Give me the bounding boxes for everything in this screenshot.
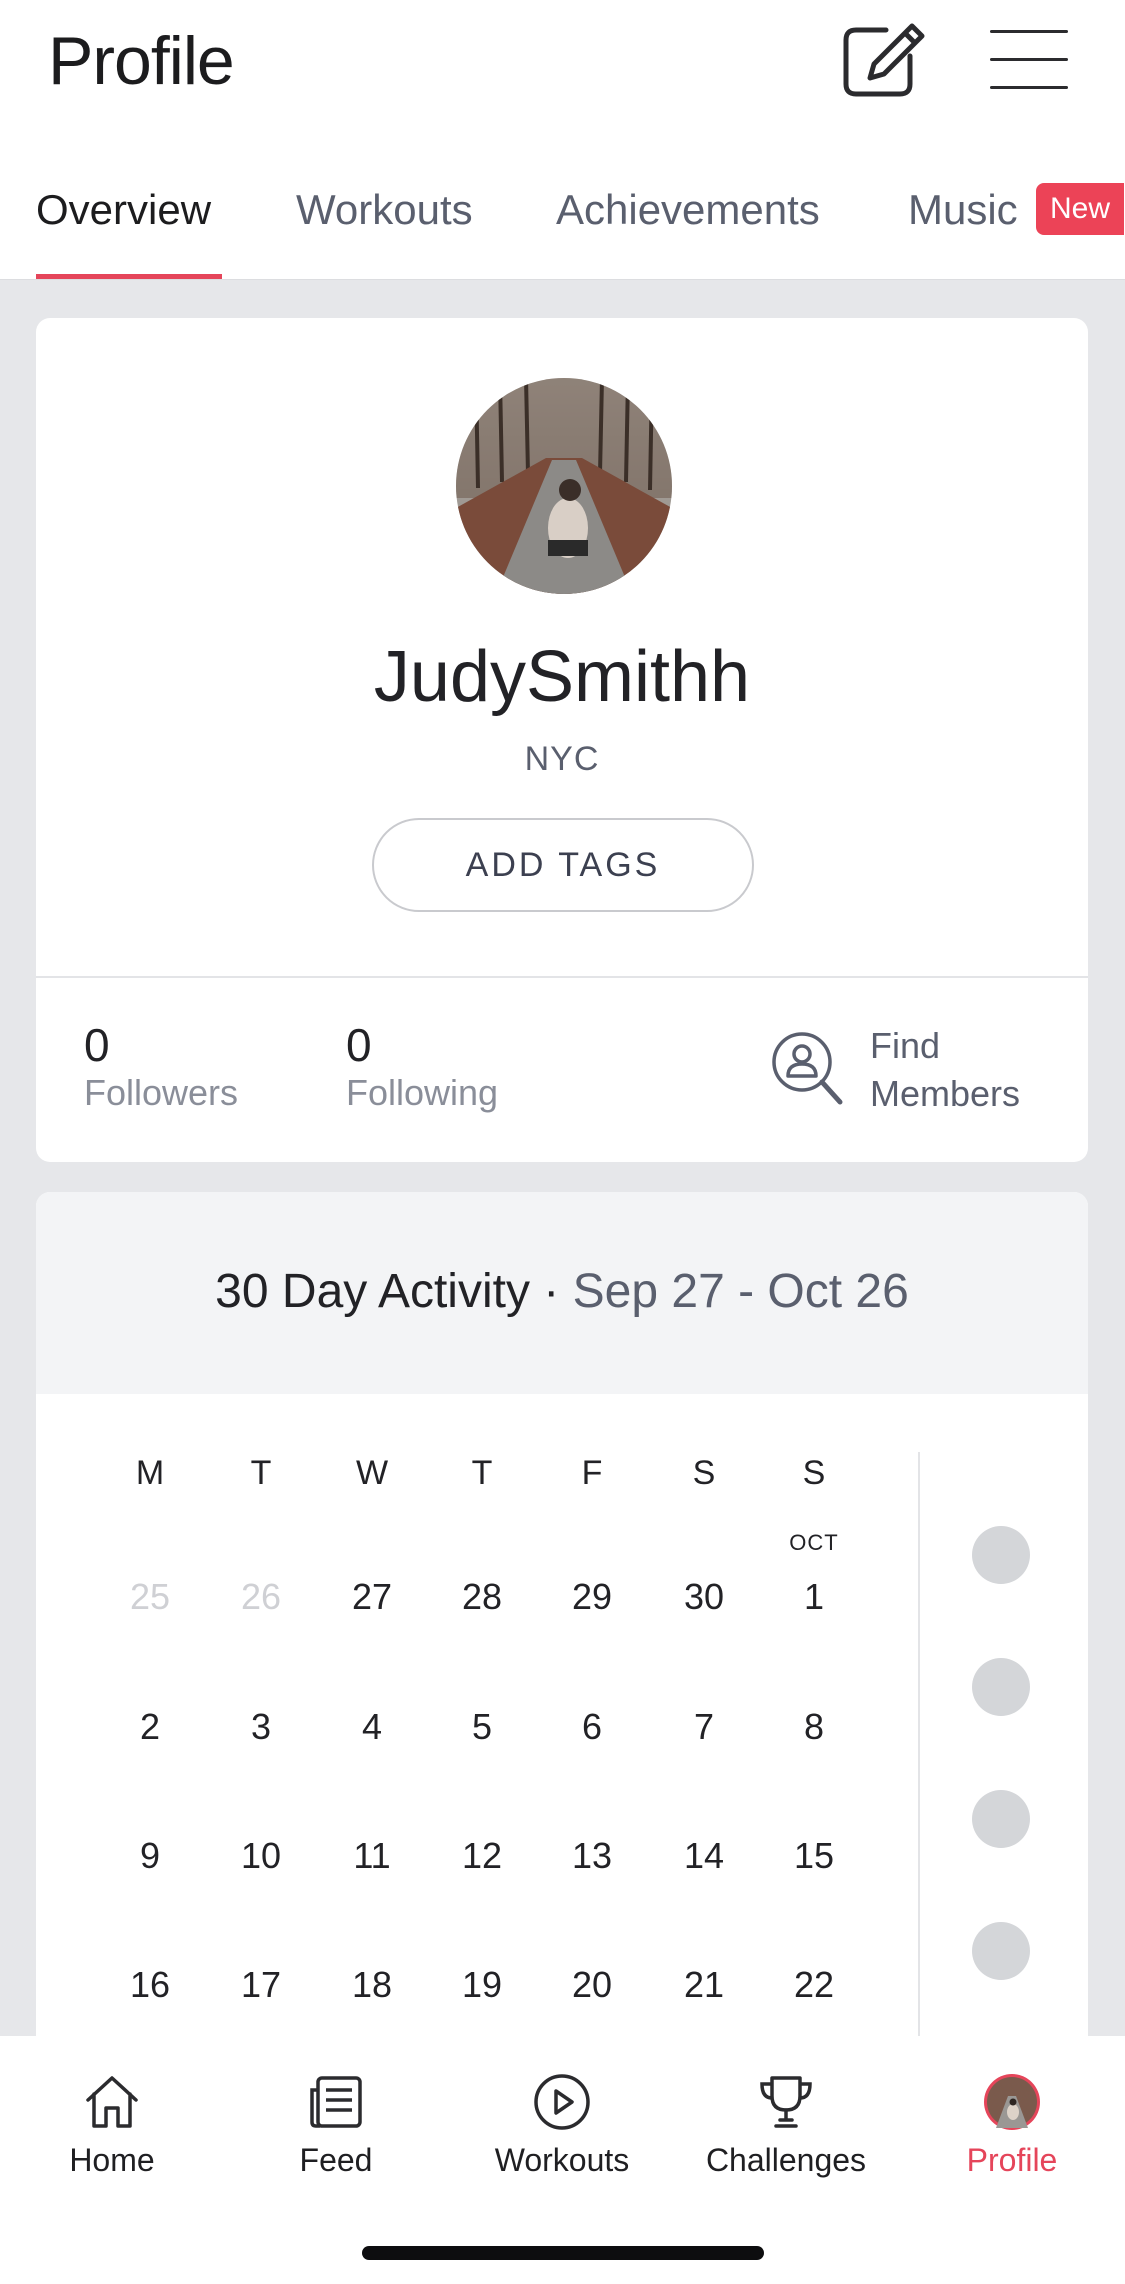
nav-label: Profile (966, 2142, 1058, 2178)
weekday-label: M (135, 1454, 165, 1492)
nav-home[interactable]: Home (12, 2056, 212, 2186)
find-members-line2: Members (870, 1073, 1021, 1114)
page-title: Profile (48, 23, 235, 99)
nav-profile[interactable]: Profile (912, 2056, 1112, 2186)
calendar-day[interactable]: 13 (552, 1835, 632, 1877)
profile-tabs: Overview Workouts Achievements Music (0, 140, 1125, 280)
calendar-day[interactable]: 9 (110, 1835, 190, 1877)
week-summary-dot (972, 1658, 1030, 1716)
weekday-label: S (802, 1454, 826, 1492)
nav-challenges[interactable]: Challenges (686, 2056, 886, 2186)
following-label[interactable]: Following (346, 1072, 498, 1114)
weekday-label: S (692, 1454, 716, 1492)
activity-title: 30 Day Activity · Sep 27 - Oct 26 (36, 1264, 1088, 1319)
home-indicator (362, 2246, 764, 2260)
calendar-day[interactable]: 26 (221, 1576, 301, 1618)
calendar-day[interactable]: 19 (442, 1964, 522, 2006)
followers-label[interactable]: Followers (84, 1072, 238, 1114)
tab-music[interactable]: Music (908, 186, 1018, 234)
calendar-day[interactable]: 2 (110, 1706, 190, 1748)
calendar-day[interactable]: 17 (221, 1964, 301, 2006)
week-summary-dot (972, 1526, 1030, 1584)
calendar-day[interactable]: 30 (664, 1576, 744, 1618)
calendar-day[interactable]: 7 (664, 1706, 744, 1748)
find-members-button[interactable]: Find Members (770, 1022, 1070, 1132)
top-header: Profile (0, 0, 1125, 140)
find-members-line1: Find (870, 1025, 941, 1066)
edit-icon (843, 23, 925, 97)
activity-title-label: 30 Day Activity · (215, 1265, 573, 1318)
calendar-day[interactable]: 10 (221, 1835, 301, 1877)
profile-avatar-icon (984, 2074, 1040, 2130)
home-icon (86, 2076, 138, 2128)
calendar-day[interactable]: 18 (332, 1964, 412, 2006)
calendar-day[interactable]: 29 (552, 1576, 632, 1618)
month-marker: OCT (789, 1530, 839, 1555)
calendar-day[interactable]: 12 (442, 1835, 522, 1877)
trophy-icon (760, 2076, 812, 2128)
calendar-day[interactable]: 3 (221, 1706, 301, 1748)
nav-feed[interactable]: Feed (236, 2056, 436, 2186)
active-tab-indicator (36, 274, 222, 279)
calendar-day[interactable]: 25 (110, 1576, 190, 1618)
week-summary-dot (972, 1922, 1030, 1980)
tab-achievements[interactable]: Achievements (556, 186, 820, 234)
calendar-day[interactable]: 4 (332, 1706, 412, 1748)
username: JudySmithh (373, 637, 751, 717)
calendar-day[interactable]: 1 (774, 1576, 854, 1618)
calendar-day[interactable]: 5 (442, 1706, 522, 1748)
nav-label: Workouts (494, 2142, 630, 2178)
calendar-day[interactable]: 6 (552, 1706, 632, 1748)
tab-workouts[interactable]: Workouts (296, 186, 473, 234)
play-circle-icon (534, 2074, 590, 2130)
calendar-day[interactable]: 28 (442, 1576, 522, 1618)
nav-label: Home (69, 2142, 155, 2178)
following-count[interactable]: 0 (346, 1018, 372, 1072)
calendar-day[interactable]: 11 (332, 1835, 412, 1877)
add-tags-button[interactable]: ADD TAGS (372, 818, 754, 912)
weekday-label: T (250, 1454, 272, 1492)
calendar-day[interactable]: 15 (774, 1835, 854, 1877)
nav-workouts[interactable]: Workouts (462, 2056, 662, 2186)
calendar-day[interactable]: 22 (774, 1964, 854, 2006)
feed-icon (310, 2076, 362, 2128)
nav-label: Challenges (705, 2142, 867, 2178)
location: NYC (524, 740, 600, 778)
edit-button[interactable] (842, 22, 926, 98)
nav-label: Feed (299, 2142, 373, 2178)
calendar-day[interactable]: 16 (110, 1964, 190, 2006)
find-members-icon (772, 1032, 843, 1105)
calendar-day[interactable]: 20 (552, 1964, 632, 2006)
weekday-label: W (355, 1454, 389, 1492)
calendar-day[interactable]: 14 (664, 1835, 744, 1877)
week-summary-dot (972, 1790, 1030, 1848)
profile-card: JudySmithh NYC ADD TAGS 0 Followers 0 Fo… (36, 318, 1088, 1162)
divider (36, 976, 1088, 978)
weekday-label: T (471, 1454, 493, 1492)
followers-count[interactable]: 0 (84, 1018, 110, 1072)
tab-overview[interactable]: Overview (36, 186, 211, 234)
avatar[interactable] (456, 378, 672, 594)
weekday-label: F (581, 1454, 603, 1492)
calendar-day[interactable]: 21 (664, 1964, 744, 2006)
new-badge: New (1036, 183, 1125, 235)
calendar-day[interactable]: 8 (774, 1706, 854, 1748)
hamburger-menu-icon[interactable] (986, 28, 1070, 92)
calendar-day[interactable]: 27 (332, 1576, 412, 1618)
activity-header: 30 Day Activity · Sep 27 - Oct 26 (36, 1192, 1088, 1394)
activity-date-range: Sep 27 - Oct 26 (572, 1265, 909, 1318)
